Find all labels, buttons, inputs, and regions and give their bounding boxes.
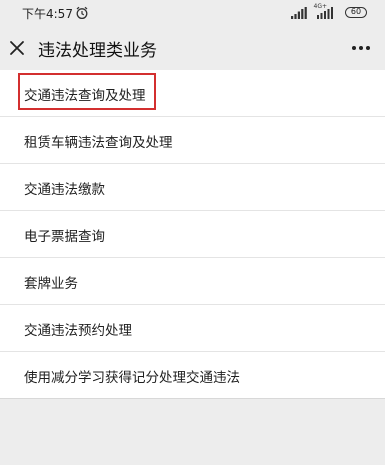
menu-item-point-reduction-study[interactable]: 使用减分学习获得记分处理交通违法 (0, 352, 385, 399)
menu-item-label: 套牌业务 (24, 276, 78, 292)
menu-item-violation-payment[interactable]: 交通违法缴款 (0, 164, 385, 211)
menu-item-label: 租赁车辆违法查询及处理 (24, 135, 173, 151)
page-title: 违法处理类业务 (38, 41, 157, 61)
menu-item-label: 电子票据查询 (24, 229, 105, 245)
alarm-icon (76, 6, 88, 20)
menu-item-label: 交通违法缴款 (24, 182, 105, 198)
menu-list: 交通违法查询及处理 租赁车辆违法查询及处理 交通违法缴款 电子票据查询 套牌业务… (0, 70, 385, 399)
menu-item-traffic-violation-query[interactable]: 交通违法查询及处理 (0, 70, 385, 117)
menu-item-violation-appointment[interactable]: 交通违法预约处理 (0, 305, 385, 352)
menu-item-rental-vehicle-violation[interactable]: 租赁车辆违法查询及处理 (0, 117, 385, 164)
menu-item-e-invoice-query[interactable]: 电子票据查询 (0, 211, 385, 258)
battery-level: 60 (350, 7, 362, 16)
menu-item-label: 交通违法预约处理 (24, 323, 132, 339)
signal-icon (291, 7, 307, 19)
menu-item-cloned-plate[interactable]: 套牌业务 (0, 258, 385, 305)
menu-item-label: 使用减分学习获得记分处理交通违法 (24, 370, 240, 386)
nav-bar: 违法处理类业务 (0, 26, 385, 70)
battery-icon: 60 (345, 7, 367, 18)
signal-4g-icon (317, 7, 333, 19)
status-bar: 下午4:57 4G+ 60 (0, 0, 385, 26)
status-time: 下午4:57 (22, 7, 73, 21)
close-icon[interactable] (9, 40, 25, 56)
more-icon[interactable] (351, 44, 371, 52)
menu-item-label: 交通违法查询及处理 (24, 88, 146, 104)
